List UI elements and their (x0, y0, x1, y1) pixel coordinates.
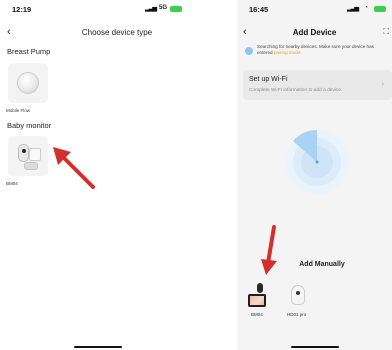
device-card-bm04[interactable] (8, 136, 48, 176)
device-label-bm04: BM04 (6, 181, 18, 186)
battery-icon (374, 6, 386, 12)
manual-device-label-hd01-pro: HD01 pro (287, 312, 307, 317)
red-arrow-annotation (261, 225, 277, 275)
wifi-title: Set up Wi-Fi (249, 76, 288, 83)
chevron-right-icon: › (381, 79, 384, 88)
home-indicator (74, 346, 122, 348)
left-phone-screen: 12:19 ▂▃▅ 5G ‹ Choose device type Breast… (0, 0, 196, 350)
right-phone-screen: 16:45 ▂▃▅ ◔ ‹ Add Device ⛶ Searching for… (237, 0, 392, 350)
wifi-icon: ◔ (364, 5, 368, 11)
search-notice: Searching for nearby devices. Make sure … (245, 44, 386, 60)
section-breast-pump: Breast Pump (7, 47, 51, 56)
battery-icon (170, 6, 182, 12)
device-card-mobile-flow[interactable] (8, 63, 48, 103)
scan-icon[interactable]: ⛶ (383, 27, 389, 37)
wifi-subtitle: Complete Wi-Fi information to add a devi… (249, 88, 343, 93)
camera-screen (29, 148, 41, 161)
search-status-icon (245, 47, 253, 55)
camera-lens (22, 149, 26, 153)
baby-camera-image (18, 144, 29, 162)
manual-device-bm04[interactable] (246, 283, 274, 309)
add-manually-title: Add Manually (299, 261, 345, 268)
radar-scan-icon (285, 130, 349, 194)
status-bar: 12:19 ▂▃▅ 5G (0, 0, 196, 18)
signal-icon: ▂▃▅ (145, 6, 157, 12)
camera-image (291, 285, 305, 305)
setup-wifi-card[interactable]: Set up Wi-Fi Complete Wi-Fi information … (243, 70, 392, 100)
breast-pump-image (17, 72, 39, 94)
page-title: Add Device (292, 28, 337, 37)
monitor-screen (250, 296, 264, 305)
camera-image (257, 283, 263, 293)
manual-device-label-bm04: BM04 (251, 312, 263, 317)
camera-lens (296, 291, 300, 295)
home-indicator (290, 346, 339, 348)
camera-base (24, 162, 38, 170)
signal-icon: ▂▃▅ (347, 6, 359, 12)
status-time: 16:45 (249, 5, 269, 14)
status-bar: 16:45 ▂▃▅ ◔ (237, 0, 392, 18)
network-label: 5G (158, 5, 167, 11)
red-arrow-annotation (53, 147, 95, 189)
pairing-mode-link[interactable]: pairing mode. (274, 50, 302, 55)
status-time: 12:19 (12, 5, 32, 14)
monitor-kit-image (248, 294, 266, 307)
manual-device-hd01-pro[interactable] (284, 283, 312, 309)
page-title: Choose device type (81, 28, 153, 37)
section-baby-monitor: Baby monitor (7, 121, 52, 130)
notice-text: Searching for nearby devices. Make sure … (257, 44, 386, 56)
device-label-mobile-flow: Mobile Flow (6, 108, 31, 113)
